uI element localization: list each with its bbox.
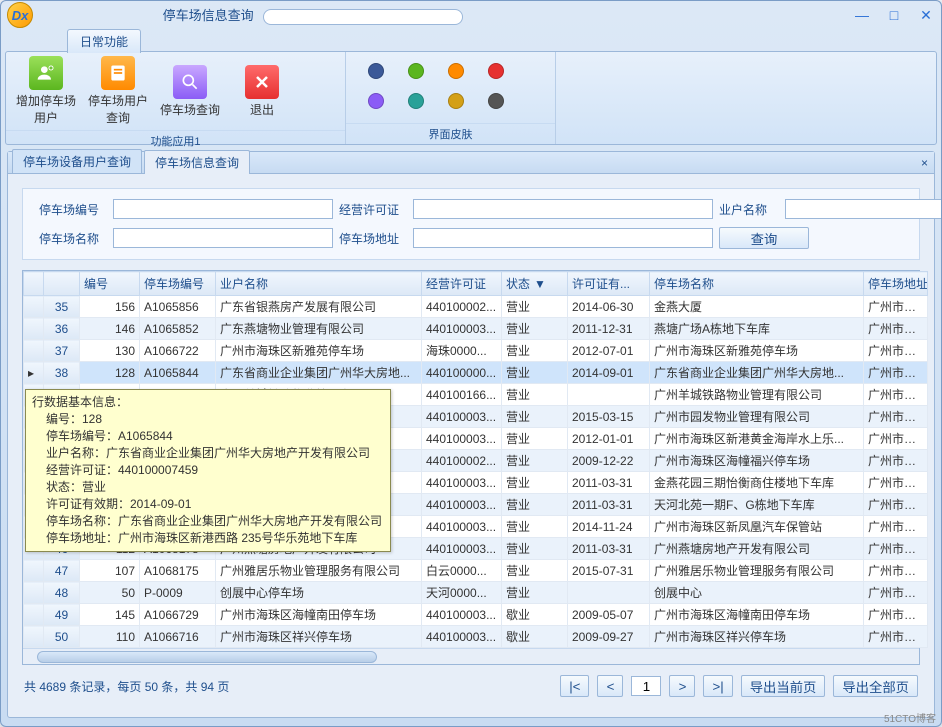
skin-swatch[interactable] — [408, 63, 424, 79]
titlebar: Dx 停车场信息查询 — □ ✕ — [1, 1, 941, 29]
col-park-code[interactable]: 停车场编号 — [140, 272, 216, 296]
page-tabs: 停车场设备用户查询 停车场信息查询 × — [8, 152, 934, 174]
watermark: 51CTO博客 — [884, 710, 936, 725]
label-park-addr: 停车场地址 — [339, 230, 407, 247]
label-license: 经营许可证 — [339, 201, 407, 218]
add-user-icon — [29, 56, 63, 90]
table-row[interactable]: 36146A1065852广东燕塘物业管理有限公司440100003...营业2… — [24, 318, 928, 340]
label-park-name: 停车场名称 — [39, 230, 107, 247]
owner-name-input[interactable] — [785, 199, 942, 219]
col-expiry[interactable]: 许可证有... — [568, 272, 650, 296]
skin-swatch[interactable] — [408, 93, 424, 109]
label-park-code: 停车场编号 — [39, 201, 107, 218]
export-all-pages-button[interactable]: 导出全部页 — [833, 675, 918, 697]
col-id[interactable]: 编号 — [80, 272, 140, 296]
park-query-button[interactable]: 停车场查询 — [158, 65, 222, 118]
park-user-query-button[interactable]: 停车场用户查询 — [86, 56, 150, 126]
skin-swatch[interactable] — [368, 93, 384, 109]
tab-park-info-query[interactable]: 停车场信息查询 — [144, 150, 250, 174]
row-tooltip: 行数据基本信息： 编号：128 停车场编号：A1065844 业户名称：广东省商… — [25, 389, 391, 552]
table-row[interactable]: ▸38128A1065844广东省商业企业集团广州华大房地...44010000… — [24, 362, 928, 384]
table-row[interactable]: 50110A1066716广州市海珠区祥兴停车场440100003...歇业20… — [24, 626, 928, 648]
license-input[interactable] — [413, 199, 713, 219]
skin-palette — [354, 57, 522, 119]
close-button[interactable]: ✕ — [917, 8, 935, 22]
col-owner[interactable]: 业户名称 — [216, 272, 422, 296]
close-icon — [245, 65, 279, 99]
tab-device-user-query[interactable]: 停车场设备用户查询 — [12, 149, 142, 173]
col-park-name[interactable]: 停车场名称 — [650, 272, 864, 296]
ribbon: 增加停车场用户 停车场用户查询 停车场查询 退出 功能应用1 — [5, 51, 937, 145]
app-window: Dx 停车场信息查询 — □ ✕ 日常功能 增加停车场用户 停车场用户查询 — [0, 0, 942, 727]
export-current-page-button[interactable]: 导出当前页 — [741, 675, 826, 697]
tooltip-title: 行数据基本信息： — [32, 394, 384, 411]
sort-desc-icon: ▼ — [534, 277, 546, 291]
scrollbar-thumb[interactable] — [37, 651, 377, 663]
next-page-button[interactable]: > — [669, 675, 695, 697]
app-logo: Dx — [7, 2, 33, 28]
last-page-button[interactable]: >| — [703, 675, 732, 697]
ribbon-group1-label: 功能应用1 — [6, 130, 345, 151]
label-owner-name: 业户名称 — [719, 201, 779, 218]
horizontal-scrollbar[interactable] — [23, 648, 919, 664]
header-row: 编号 停车场编号 业户名称 经营许可证 状态▼ 许可证有... 停车场名称 停车… — [24, 272, 928, 296]
table-row[interactable]: 49145A1066729广州市海珠区海幢南田停车场440100003...歇业… — [24, 604, 928, 626]
page-number-input[interactable] — [631, 676, 661, 696]
table-row[interactable]: 4850P-0009创展中心停车场天河0000...营业创展中心广州市天河 — [24, 582, 928, 604]
first-page-button[interactable]: |< — [560, 675, 589, 697]
pager: 共 4689 条记录，每页 50 条，共 94 页 |< < > >| 导出当前… — [8, 665, 934, 707]
tab-close-icon[interactable]: × — [921, 156, 928, 170]
search-icon — [173, 65, 207, 99]
col-park-addr[interactable]: 停车场地址 — [864, 272, 928, 296]
pager-summary: 共 4689 条记录，每页 50 条，共 94 页 — [24, 678, 552, 695]
title-search-slot[interactable] — [263, 9, 463, 25]
minimize-button[interactable]: — — [853, 8, 871, 22]
table-row[interactable]: 47107A1068175广州雅居乐物业管理服务有限公司白云0000...营业2… — [24, 560, 928, 582]
add-park-user-button[interactable]: 增加停车场用户 — [14, 56, 78, 126]
ribbon-tab-daily[interactable]: 日常功能 — [67, 29, 141, 53]
ribbon-group2-label: 界面皮肤 — [346, 123, 555, 144]
maximize-button[interactable]: □ — [885, 8, 903, 22]
col-status[interactable]: 状态▼ — [502, 272, 568, 296]
skin-swatch[interactable] — [448, 63, 464, 79]
skin-swatch[interactable] — [448, 93, 464, 109]
table-row[interactable]: 37130A1066722广州市海珠区新雅苑停车场海珠0000...营业2012… — [24, 340, 928, 362]
park-name-input[interactable] — [113, 228, 333, 248]
col-license[interactable]: 经营许可证 — [422, 272, 502, 296]
park-addr-input[interactable] — [413, 228, 713, 248]
prev-page-button[interactable]: < — [597, 675, 623, 697]
exit-button[interactable]: 退出 — [230, 65, 294, 118]
park-code-input[interactable] — [113, 199, 333, 219]
ribbon-tabstrip: 日常功能 — [1, 29, 941, 51]
filter-panel: 停车场编号 经营许可证 业户名称 停车场名称 停车场地址 查询 — [22, 188, 920, 260]
table-row[interactable]: 35156A1065856广东省银燕房产发展有限公司440100002...营业… — [24, 296, 928, 318]
skin-swatch[interactable] — [488, 63, 504, 79]
skin-swatch[interactable] — [368, 63, 384, 79]
skin-swatch[interactable] — [488, 93, 504, 109]
window-title: 停车场信息查询 — [33, 5, 853, 25]
query-button[interactable]: 查询 — [719, 227, 809, 249]
user-list-icon — [101, 56, 135, 90]
